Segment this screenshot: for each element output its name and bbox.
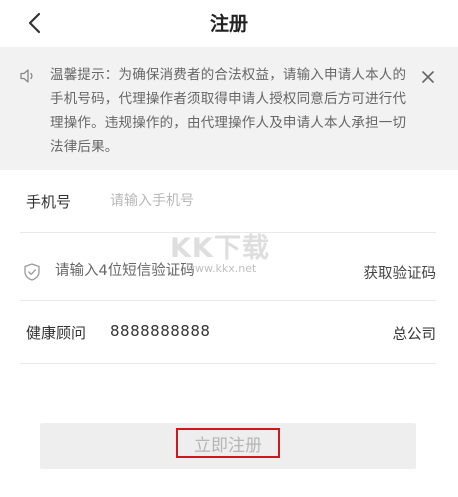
close-icon[interactable] (420, 69, 436, 85)
get-code-button[interactable]: 获取验证码 (364, 262, 437, 283)
phone-row: 手机号 (20, 172, 436, 233)
header-bar: 注册 (0, 0, 458, 46)
register-button[interactable]: 立即注册 (40, 423, 416, 469)
sms-code-input[interactable] (55, 261, 305, 281)
phone-input[interactable] (110, 191, 410, 211)
speaker-icon (20, 69, 33, 83)
notice-text: 温馨提示：为确保消费者的合法权益，请输入申请人本人的手机号码，代理操作者须取得申… (50, 67, 407, 155)
code-row: 获取验证码 (20, 240, 436, 301)
company-selector[interactable]: 总公司 (393, 323, 437, 344)
notice-banner: 温馨提示：为确保消费者的合法权益，请输入申请人本人的手机号码，代理操作者须取得申… (0, 47, 458, 170)
consultant-label: 健康顾问 (26, 324, 87, 342)
shield-check-icon (24, 263, 40, 281)
page-title: 注册 (209, 13, 248, 35)
phone-label: 手机号 (26, 193, 72, 211)
consultant-row: 健康顾问 8888888888 总公司 (20, 303, 436, 364)
consultant-value: 8888888888 (110, 322, 211, 340)
register-button-label: 立即注册 (176, 428, 280, 458)
